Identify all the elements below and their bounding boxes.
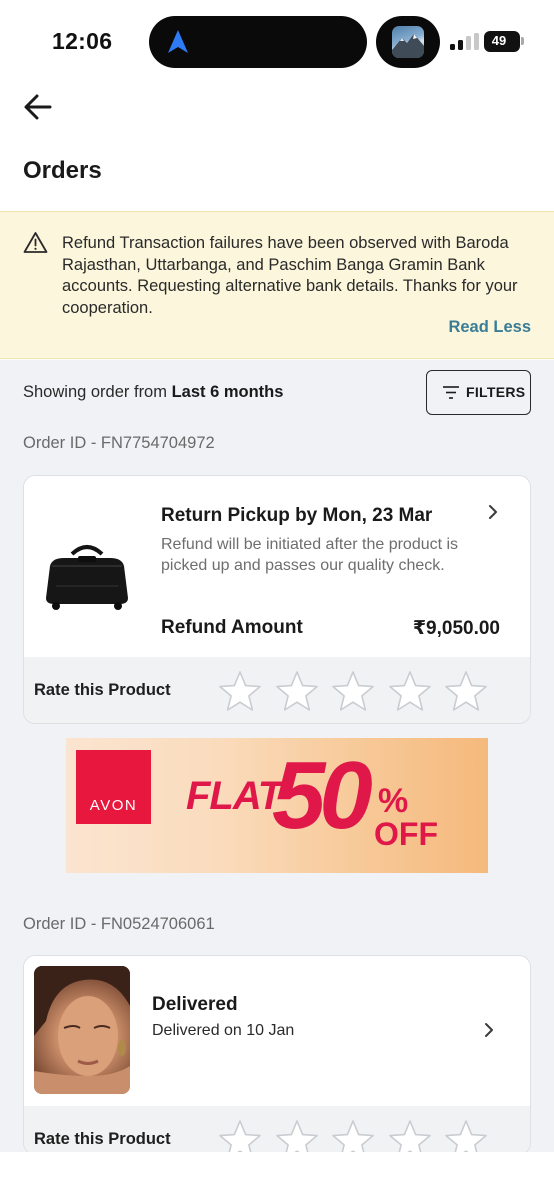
dynamic-island-media [376, 16, 440, 68]
rate-product-label: Rate this Product [34, 681, 171, 699]
order-id-label: Order ID - FN0524706061 [23, 915, 215, 933]
read-less-link[interactable]: Read Less [448, 318, 531, 337]
battery-cap [521, 37, 524, 45]
star-icon[interactable] [387, 1118, 433, 1155]
chevron-right-icon[interactable] [483, 1021, 495, 1039]
filters-label: FILTERS [466, 384, 526, 400]
order-id-label: Order ID - FN7754704972 [23, 434, 215, 452]
star-icon[interactable] [443, 669, 489, 715]
order-status-description: Delivered on 10 Jan [152, 1022, 295, 1039]
star-icon[interactable] [274, 1118, 320, 1155]
filters-button[interactable]: FILTERS [426, 370, 531, 415]
star-icon[interactable] [330, 669, 376, 715]
battery-percentage: 49 [491, 33, 507, 48]
status-time: 12:06 [52, 28, 113, 54]
refund-amount-value: ₹9,050.00 [412, 618, 500, 639]
star-icon[interactable] [443, 1118, 489, 1155]
rate-product-label: Rate this Product [34, 1130, 171, 1148]
ad-flat-text: FLAT [186, 774, 282, 818]
order-status-title: Return Pickup by Mon, 23 Mar [161, 505, 433, 526]
rate-product-row: Rate this Product [24, 657, 530, 723]
earring-model-product-image [34, 966, 130, 1094]
order-status-title: Delivered [152, 994, 238, 1015]
duffel-bag-product-image [46, 545, 128, 610]
ad-off-text: OFF [374, 816, 438, 852]
order-period-text: Showing order from Last 6 months [23, 383, 283, 402]
bottom-safe-area [0, 1152, 554, 1200]
navigation-arrow-icon [168, 30, 188, 53]
order-card[interactable]: Delivered Delivered on 10 Jan Rate this … [23, 955, 531, 1155]
refund-amount-label: Refund Amount [161, 617, 303, 638]
status-bar: 12:06 49 [0, 0, 554, 84]
notice-message: Refund Transaction failures have been ob… [62, 234, 518, 317]
star-icon[interactable] [330, 1118, 376, 1155]
star-icon[interactable] [387, 669, 433, 715]
rate-product-row: Rate this Product [24, 1106, 530, 1155]
dynamic-island [149, 16, 367, 68]
star-rating[interactable] [217, 669, 497, 715]
order-status-description: Refund will be initiated after the produ… [161, 536, 459, 574]
cellular-signal-icon [450, 33, 479, 50]
ad-discount-value: 50 [272, 742, 373, 849]
warning-triangle-icon [23, 232, 48, 253]
star-icon[interactable] [217, 669, 263, 715]
page-title: Orders [23, 157, 102, 184]
star-rating[interactable] [217, 1118, 497, 1155]
battery-icon: 49 [484, 31, 520, 52]
star-icon[interactable] [274, 669, 320, 715]
avon-logo: AVON [76, 750, 151, 824]
back-arrow-icon[interactable] [22, 92, 54, 122]
chevron-right-icon[interactable] [487, 503, 499, 521]
avon-logo-text: AVON [89, 797, 138, 814]
mountain-thumbnail-icon [392, 26, 424, 58]
star-icon[interactable] [217, 1118, 263, 1155]
order-period-value: Last 6 months [171, 383, 284, 401]
avon-promo-banner[interactable]: AVON FLAT 50 % OFF [66, 738, 488, 873]
order-card[interactable]: Return Pickup by Mon, 23 Mar Refund will… [23, 475, 531, 724]
order-period-prefix: Showing order from [23, 383, 167, 401]
filter-lines-icon [443, 386, 459, 399]
